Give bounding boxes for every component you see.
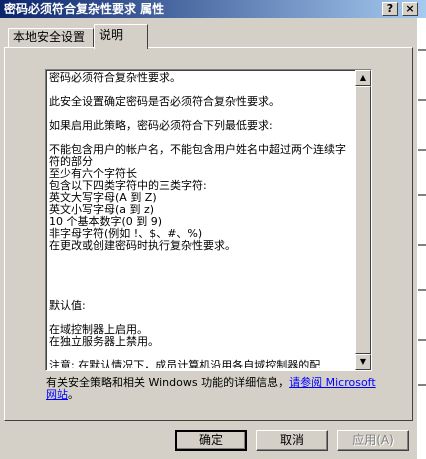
- vertical-scrollbar[interactable]: ▲ ▼: [355, 70, 371, 370]
- info-prefix: 有关安全策略和相关 Windows 功能的详细信息，: [46, 376, 290, 389]
- scroll-up-button[interactable]: ▲: [355, 70, 371, 86]
- close-button[interactable]: ×: [402, 2, 418, 16]
- tab-local-security-setting[interactable]: 本地安全设置: [8, 28, 94, 48]
- info-suffix: 。: [68, 388, 79, 401]
- scroll-down-button[interactable]: ▼: [355, 354, 371, 370]
- ok-button[interactable]: 确定: [175, 430, 247, 451]
- window-title: 密码必须符合复杂性要求 属性: [4, 2, 165, 16]
- description-textbox[interactable]: 密码必须符合复杂性要求。 此安全设置确定密码是否必须符合复杂性要求。 如果启用此…: [45, 69, 372, 371]
- tab-explain[interactable]: 说明: [94, 24, 148, 49]
- scroll-thumb[interactable]: [355, 86, 371, 354]
- cancel-button[interactable]: 取消: [256, 430, 328, 451]
- apply-button[interactable]: 应用(A): [337, 430, 409, 451]
- info-text: 有关安全策略和相关 Windows 功能的详细信息，请参阅 Microsoft …: [46, 377, 376, 401]
- description-text: 密码必须符合复杂性要求。 此安全设置确定密码是否必须符合复杂性要求。 如果启用此…: [49, 72, 346, 368]
- background-window-edge: [418, 49, 426, 386]
- title-bar[interactable]: 密码必须符合复杂性要求 属性 ? ×: [0, 0, 426, 18]
- help-button[interactable]: ?: [382, 2, 398, 16]
